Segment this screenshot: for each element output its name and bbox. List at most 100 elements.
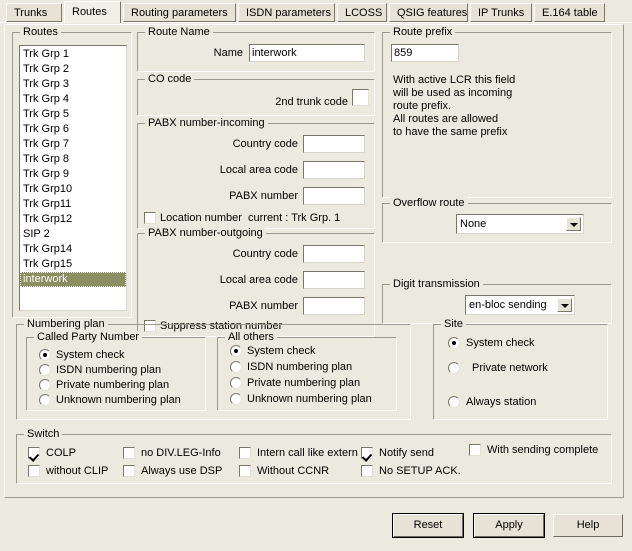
ao-radio-unknown-numbering-plan[interactable] [230, 393, 242, 405]
list-item[interactable]: Trk Grp 8 [20, 152, 126, 167]
pabx-incoming-group-legend: PABX number-incoming [145, 117, 268, 129]
switch-label-notify-send: Notify send [379, 447, 435, 459]
route-prefix-group: Route prefix 859 With active LCR this fi… [382, 26, 612, 198]
outgoing-country-code-input[interactable] [303, 245, 365, 263]
list-item[interactable]: Trk Grp 2 [20, 62, 126, 77]
second-trunk-code-checkbox[interactable] [352, 89, 369, 106]
route-name-group: Route Name Name interwork [137, 26, 375, 72]
switch-label-with-sending-complete: With sending complete [487, 444, 599, 456]
outgoing-pabx-number-label: PABX number [229, 300, 298, 312]
routes-configuration-window: Trunks Routes Routing parameters ISDN pa… [0, 0, 632, 551]
digit-transmission-group: Digit transmission en-bloc sending [382, 278, 612, 324]
chevron-down-icon[interactable] [557, 298, 572, 312]
tab-trunks[interactable]: Trunks [6, 3, 62, 22]
site-label-private-network: Private network [472, 362, 548, 374]
list-item[interactable]: Trk Grp 4 [20, 92, 126, 107]
ao-label-unknown-numbering-plan: Unknown numbering plan [247, 393, 372, 405]
switch-label-no-div-leg-info: no DIV.LEG-Info [141, 447, 221, 459]
cpn-label-isdn-numbering-plan: ISDN numbering plan [56, 364, 162, 376]
list-item[interactable]: Trk Grp14 [20, 242, 126, 257]
switch-checkbox-no-div-leg-info[interactable] [123, 447, 135, 459]
cpn-radio-private-numbering-plan[interactable] [39, 379, 51, 391]
switch-checkbox-without-ccnr[interactable] [239, 465, 251, 477]
switch-checkbox-intern-call-like-extern[interactable] [239, 447, 251, 459]
ao-label-private-numbering-plan: Private numbering plan [247, 377, 361, 389]
switch-checkbox-notify-send[interactable] [361, 447, 373, 459]
ao-radio-private-numbering-plan[interactable] [230, 377, 242, 389]
routes-listbox[interactable]: Trk Grp 1 Trk Grp 2 Trk Grp 3 Trk Grp 4 … [19, 45, 127, 311]
site-radio-always-station[interactable] [448, 396, 460, 408]
outgoing-local-area-code-input[interactable] [303, 271, 365, 289]
site-radio-system-check[interactable] [448, 337, 460, 349]
list-item[interactable]: Trk Grp10 [20, 182, 126, 197]
tab-bar: Trunks Routes Routing parameters ISDN pa… [0, 0, 632, 24]
tab-ip-trunks[interactable]: IP Trunks [470, 3, 532, 22]
incoming-pabx-number-input[interactable] [303, 187, 365, 205]
reset-button[interactable]: Reset [392, 513, 464, 538]
list-item[interactable]: Trk Grp 1 [20, 47, 126, 62]
list-item[interactable]: SIP 2 [20, 227, 126, 242]
routes-group-legend: Routes [20, 26, 61, 38]
switch-group-legend: Switch [24, 428, 63, 440]
cpn-label-unknown-numbering-plan: Unknown numbering plan [56, 394, 181, 406]
tab-page-routes: Routes Trk Grp 1 Trk Grp 2 Trk Grp 3 Trk… [4, 24, 624, 498]
route-name-input[interactable]: interwork [249, 44, 365, 62]
switch-checkbox-without-clip[interactable] [28, 465, 40, 477]
second-trunk-code-label: 2nd trunk code [275, 96, 348, 108]
switch-checkbox-always-use-dsp[interactable] [123, 465, 135, 477]
outgoing-country-code-label: Country code [232, 248, 298, 260]
route-name-group-legend: Route Name [145, 26, 213, 38]
tab-lcoss[interactable]: LCOSS [337, 3, 387, 22]
switch-label-colp: COLP [46, 447, 76, 459]
switch-label-always-use-dsp: Always use DSP [141, 465, 223, 477]
list-item[interactable]: Trk Grp 3 [20, 77, 126, 92]
switch-checkbox-colp[interactable] [28, 447, 40, 459]
current-route-label: current : Trk Grp. 1 [248, 212, 341, 224]
tab-isdn-parameters[interactable]: ISDN parameters [238, 3, 335, 22]
help-button[interactable]: Help [553, 514, 623, 537]
apply-button[interactable]: Apply [473, 513, 545, 538]
site-label-always-station: Always station [466, 396, 537, 408]
switch-label-intern-call-like-extern: Intern call like extern [257, 447, 358, 459]
ao-radio-system-check[interactable] [230, 345, 242, 357]
tab-e164-table[interactable]: E.164 table [534, 3, 605, 22]
location-number-checkbox[interactable] [144, 212, 156, 224]
switch-checkbox-with-sending-complete[interactable] [469, 444, 481, 456]
tab-qsig-features[interactable]: QSIG features [389, 3, 468, 22]
switch-group: Switch COLP without CLIP no DIV.LEG-Info… [16, 428, 612, 484]
incoming-country-code-input[interactable] [303, 135, 365, 153]
list-item[interactable]: Trk Grp 5 [20, 107, 126, 122]
route-prefix-input[interactable]: 859 [391, 44, 459, 62]
digit-transmission-combobox[interactable]: en-bloc sending [465, 295, 575, 315]
overflow-route-combobox[interactable]: None [456, 214, 584, 234]
numbering-plan-group-legend: Numbering plan [24, 318, 108, 330]
switch-label-no-setup-ack: No SETUP ACK. [379, 465, 461, 477]
tab-routes[interactable]: Routes [64, 1, 121, 23]
cpn-label-system-check: System check [56, 349, 125, 361]
cpn-radio-system-check[interactable] [39, 349, 51, 361]
co-code-group: CO code 2nd trunk code [137, 73, 375, 116]
switch-checkbox-no-setup-ack[interactable] [361, 465, 373, 477]
tab-routing-parameters[interactable]: Routing parameters [123, 3, 236, 22]
cpn-radio-unknown-numbering-plan[interactable] [39, 394, 51, 406]
digit-transmission-value: en-bloc sending [469, 299, 547, 311]
route-prefix-group-legend: Route prefix [390, 26, 456, 38]
overflow-route-group: Overflow route None [382, 197, 612, 243]
list-item[interactable]: Trk Grp15 [20, 257, 126, 272]
called-party-number-group: Called Party Number System check ISDN nu… [26, 331, 206, 411]
ao-label-isdn-numbering-plan: ISDN numbering plan [247, 361, 353, 373]
chevron-down-icon[interactable] [566, 217, 581, 231]
list-item[interactable]: Trk Grp11 [20, 197, 126, 212]
incoming-local-area-code-input[interactable] [303, 161, 365, 179]
list-item[interactable]: Trk Grp 9 [20, 167, 126, 182]
outgoing-pabx-number-input[interactable] [303, 297, 365, 315]
site-radio-private-network[interactable] [448, 362, 460, 374]
site-group: Site System check Private network Always… [433, 318, 608, 420]
ao-radio-isdn-numbering-plan[interactable] [230, 361, 242, 373]
list-item-selected[interactable]: interwork [20, 272, 126, 287]
list-item[interactable]: Trk Grp 7 [20, 137, 126, 152]
cpn-radio-isdn-numbering-plan[interactable] [39, 364, 51, 376]
list-item[interactable]: Trk Grp 6 [20, 122, 126, 137]
pabx-outgoing-group-legend: PABX number-outgoing [145, 227, 266, 239]
list-item[interactable]: Trk Grp12 [20, 212, 126, 227]
